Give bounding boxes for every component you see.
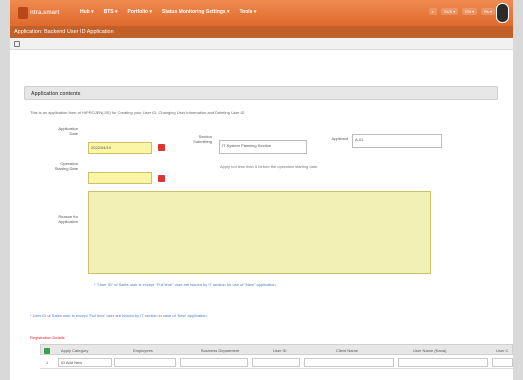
col-employees: Employees [133, 348, 153, 353]
col-business-department: Business Department [201, 348, 240, 353]
avatar[interactable] [496, 3, 509, 23]
operation-start-hint: Apply not less than 5 before the operati… [220, 164, 319, 169]
main-menu: Hub ▾ BTS ▾ Portfolio ▾ Status Monitorin… [80, 9, 256, 15]
col-user-c: User C [496, 348, 509, 353]
user-name-kana-input[interactable] [398, 358, 488, 367]
col-client-name: Client Name [336, 348, 359, 353]
applicant-field[interactable]: A-01 [352, 134, 442, 148]
row-number: 1 [46, 360, 49, 365]
section-title: Application contents [31, 91, 81, 97]
menu-tools[interactable]: Tools ▾ [240, 9, 257, 15]
col-user-name-kana: User Name (Kana) [413, 348, 447, 353]
user-id-input[interactable] [252, 358, 300, 367]
right-toolbar: ⌕ SUS ▾ EN ▾ Rs ▾ [428, 8, 495, 15]
table-row: 1 ID Add New [40, 356, 513, 369]
page-title: Application: Backend User ID Application [14, 29, 114, 35]
toolbar [10, 38, 513, 50]
applicant-label: Applicant [331, 136, 348, 141]
user-c-input[interactable] [492, 358, 513, 367]
application-date-field[interactable]: 2022/04/19 [88, 142, 152, 154]
registration-table: Apply Category Employees Business Depart… [40, 344, 513, 380]
app-logo[interactable]: ntra.smart [18, 6, 60, 20]
calendar-icon[interactable] [158, 175, 165, 182]
menu-hub[interactable]: Hub ▾ [80, 9, 94, 15]
reason-textarea[interactable] [88, 191, 431, 274]
reason-label: Reason for Application [58, 214, 78, 224]
operation-start-field[interactable] [88, 172, 152, 184]
table-header: Apply Category Employees Business Depart… [40, 344, 513, 355]
employees-select[interactable] [114, 358, 176, 367]
menu-status-monitoring[interactable]: Status Monitoring Settings ▾ [162, 9, 230, 15]
logo-mark-icon [18, 7, 28, 19]
application-page: ntra.smart Hub ▾ BTS ▾ Portfolio ▾ Statu… [10, 0, 513, 380]
section-label: Section Submitting [193, 134, 212, 144]
logo-text: ntra.smart [30, 10, 60, 16]
note-outside: * User ID of Sales user is except 'Full … [30, 313, 208, 318]
add-row-icon[interactable] [44, 348, 50, 354]
search-icon[interactable]: ⌕ [428, 8, 437, 15]
menu-bts[interactable]: BTS ▾ [104, 9, 118, 15]
settings-menu[interactable]: Rs ▾ [480, 8, 495, 15]
user-menu[interactable]: SUS ▾ [440, 8, 459, 15]
language-menu[interactable]: EN ▾ [462, 8, 477, 15]
registration-details-title: Registration Details [30, 335, 65, 340]
browser-frame: ntra.smart Hub ▾ BTS ▾ Portfolio ▾ Statu… [0, 0, 523, 380]
col-user-id: User ID [273, 348, 287, 353]
page-header: Application: Backend User ID Application [10, 26, 513, 38]
apply-category-select[interactable]: ID Add New [58, 358, 112, 367]
intro-text: This is an application form of HIPROJEN(… [30, 110, 245, 115]
operation-start-label: Operation Starting Date [54, 161, 78, 171]
business-department-select[interactable] [180, 358, 248, 367]
note-inside: * "User ID" of Sales user is except "Ful… [94, 282, 277, 287]
menu-toggle-icon[interactable] [14, 41, 20, 47]
top-navigation-bar: ntra.smart Hub ▾ BTS ▾ Portfolio ▾ Statu… [10, 0, 513, 26]
client-name-input[interactable] [304, 358, 394, 367]
section-field[interactable]: IT System Planning Section [219, 140, 307, 154]
section-header[interactable]: Application contents [24, 86, 498, 100]
calendar-icon[interactable] [158, 144, 165, 151]
application-date-label: Application Date [58, 126, 78, 136]
menu-portfolio[interactable]: Portfolio ▾ [128, 9, 152, 15]
col-apply-category: Apply Category [61, 348, 89, 353]
